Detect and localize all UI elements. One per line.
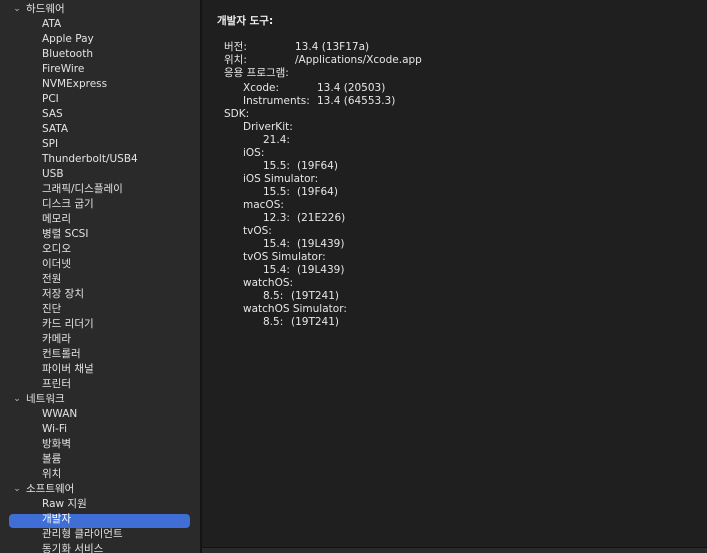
sdk-name: iOS: bbox=[243, 147, 265, 159]
sdk-label: SDK: bbox=[224, 108, 250, 120]
sdk-build: (19F64) bbox=[297, 186, 338, 198]
instruments-label: Instruments: bbox=[243, 95, 310, 107]
sidebar-item-sas[interactable]: SAS bbox=[0, 107, 200, 122]
xcode-value: 13.4 (20503) bbox=[317, 82, 386, 94]
sidebar-item-카메라[interactable]: 카메라 bbox=[0, 332, 200, 347]
version-label: 버전: bbox=[224, 41, 247, 53]
sdk-build: (19L439) bbox=[297, 238, 345, 250]
sdk-name: tvOS: bbox=[243, 225, 272, 237]
instruments-value: 13.4 (64553.3) bbox=[317, 95, 396, 107]
sidebar-item-firewire[interactable]: FireWire bbox=[0, 62, 200, 77]
sidebar-item-프린터[interactable]: 프린터 bbox=[0, 377, 200, 392]
version-value: 13.4 (13F17a) bbox=[295, 41, 370, 53]
sidebar-item-wi-fi[interactable]: Wi-Fi bbox=[0, 422, 200, 437]
sidebar-item-컨트롤러[interactable]: 컨트롤러 bbox=[0, 347, 200, 362]
sdk-build: (19T241) bbox=[291, 316, 340, 328]
sdk-version: 15.4: bbox=[263, 238, 290, 250]
sdk-build: (21E226) bbox=[297, 212, 346, 224]
sdk-name: watchOS: bbox=[243, 277, 294, 289]
chevron-down-icon[interactable]: ⌄ bbox=[12, 2, 22, 17]
sidebar-item-spi[interactable]: SPI bbox=[0, 137, 200, 152]
sidebar-item-파이버-채널[interactable]: 파이버 채널 bbox=[0, 362, 200, 377]
sidebar-item-위치[interactable]: 위치 bbox=[0, 467, 200, 482]
sidebar-item-sata[interactable]: SATA bbox=[0, 122, 200, 137]
sdk-name: DriverKit: bbox=[243, 121, 293, 133]
sdk-version: 8.5: bbox=[263, 316, 284, 328]
chevron-down-icon[interactable]: ⌄ bbox=[12, 392, 22, 407]
sidebar-item-디스크-굽기[interactable]: 디스크 굽기 bbox=[0, 197, 200, 212]
sidebar-group-0[interactable]: ⌄ 하드웨어 bbox=[0, 2, 200, 17]
sidebar-group-label: 하드웨어 bbox=[26, 3, 65, 15]
sidebar-item-방화벽[interactable]: 방화벽 bbox=[0, 437, 200, 452]
location-label: 위치: bbox=[224, 54, 247, 66]
sidebar-item-볼륨[interactable]: 볼륨 bbox=[0, 452, 200, 467]
sdk-name: tvOS Simulator: bbox=[243, 251, 326, 263]
sidebar-item-ata[interactable]: ATA bbox=[0, 17, 200, 32]
sidebar-item-전원[interactable]: 전원 bbox=[0, 272, 200, 287]
sidebar-item-usb[interactable]: USB bbox=[0, 167, 200, 182]
sidebar-item-진단[interactable]: 진단 bbox=[0, 302, 200, 317]
sidebar-group-2[interactable]: ⌄ 소프트웨어 bbox=[0, 482, 200, 497]
sidebar-item-이더넷[interactable]: 이더넷 bbox=[0, 257, 200, 272]
detail-title: 개발자 도구: bbox=[217, 15, 274, 27]
sidebar: ⌄ 하드웨어 ATA Apple Pay Bluetooth FireWire NVMExp… bbox=[0, 0, 201, 553]
chevron-down-icon[interactable]: ⌄ bbox=[12, 482, 22, 497]
detail-bottom-bar bbox=[202, 547, 707, 553]
sdk-name: iOS Simulator: bbox=[243, 173, 319, 185]
sdk-build: (19L439) bbox=[297, 264, 345, 276]
sidebar-item-오디오[interactable]: 오디오 bbox=[0, 242, 200, 257]
sdk-build: (19F64) bbox=[297, 160, 338, 172]
sdk-name: macOS: bbox=[243, 199, 284, 211]
sdk-version: 15.5: bbox=[263, 160, 290, 172]
sidebar-item-apple-pay[interactable]: Apple Pay bbox=[0, 32, 200, 47]
sdk-build: (19T241) bbox=[291, 290, 340, 302]
sdk-version: 8.5: bbox=[263, 290, 284, 302]
xcode-label: Xcode: bbox=[243, 82, 280, 94]
sidebar-item-동기화-서비스[interactable]: 동기화 서비스 bbox=[0, 542, 200, 553]
sdk-version: 12.3: bbox=[263, 212, 290, 224]
location-value: /Applications/Xcode.app bbox=[295, 54, 422, 66]
apps-label: 응용 프로그램: bbox=[224, 67, 289, 79]
sidebar-item-bluetooth[interactable]: Bluetooth bbox=[0, 47, 200, 62]
sidebar-item-thunderbolt-usb4[interactable]: Thunderbolt/USB4 bbox=[0, 152, 200, 167]
sidebar-item-그래픽-디스플레이[interactable]: 그래픽/디스플레이 bbox=[0, 182, 200, 197]
sdk-name: watchOS Simulator: bbox=[243, 303, 347, 315]
sidebar-item-wwan[interactable]: WWAN bbox=[0, 407, 200, 422]
sidebar-item-nvmexpress[interactable]: NVMExpress bbox=[0, 77, 200, 92]
sidebar-item-관리형-클라이언트[interactable]: 관리형 클라이언트 bbox=[0, 527, 200, 542]
sidebar-item-raw-지원[interactable]: Raw 지원 bbox=[0, 497, 200, 512]
sdk-version: 15.4: bbox=[263, 264, 290, 276]
sdk-version: 15.5: bbox=[263, 186, 290, 198]
sdk-version: 21.4: bbox=[263, 134, 290, 146]
sidebar-item-병렬-scsi[interactable]: 병렬 SCSI bbox=[0, 227, 200, 242]
sidebar-group-1[interactable]: ⌄ 네트워크 bbox=[0, 392, 200, 407]
sidebar-item-카드-리더기[interactable]: 카드 리더기 bbox=[0, 317, 200, 332]
sidebar-item-저장-장치[interactable]: 저장 장치 bbox=[0, 287, 200, 302]
sidebar-group-label: 소프트웨어 bbox=[26, 483, 75, 495]
sidebar-item-메모리[interactable]: 메모리 bbox=[0, 212, 200, 227]
sidebar-item-개발자[interactable]: 개발자 bbox=[0, 512, 200, 527]
sidebar-item-pci[interactable]: PCI bbox=[0, 92, 200, 107]
sidebar-group-label: 네트워크 bbox=[26, 393, 65, 405]
